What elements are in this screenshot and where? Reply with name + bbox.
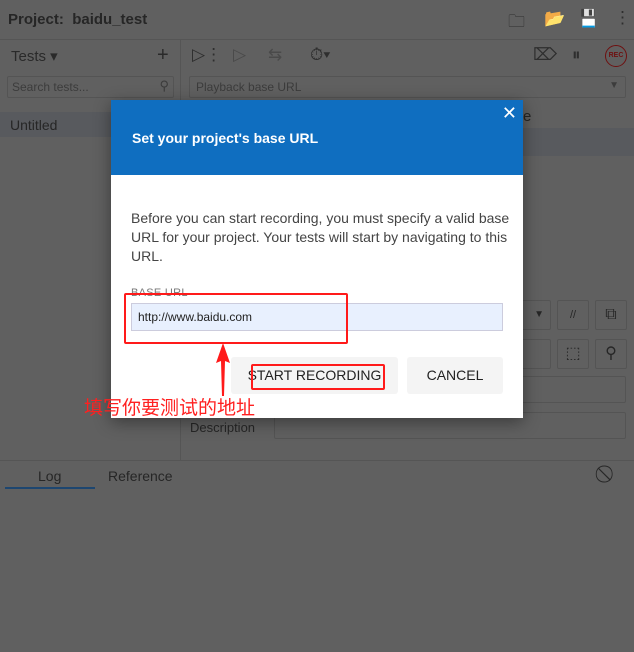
comment-button[interactable]: // bbox=[557, 300, 589, 330]
save-project-icon[interactable]: 💾 bbox=[578, 9, 599, 29]
bottom-panel: Log Reference ⃠ bbox=[0, 460, 634, 652]
tab-log[interactable]: Log bbox=[38, 468, 61, 484]
cancel-button[interactable]: CANCEL bbox=[407, 357, 503, 394]
chevron-down-icon: ▼ bbox=[609, 80, 619, 91]
search-icon: ⚲ bbox=[159, 78, 169, 93]
dialog-title: Set your project's base URL bbox=[132, 130, 319, 146]
tab-reference[interactable]: Reference bbox=[108, 468, 173, 484]
more-options-icon[interactable]: ⋮ bbox=[614, 8, 631, 28]
project-name[interactable]: baidu_test bbox=[72, 11, 147, 28]
step-over-icon[interactable]: ⇆ bbox=[268, 45, 282, 65]
add-test-icon[interactable]: + bbox=[157, 44, 169, 67]
dialog-description: Before you can start recording, you must… bbox=[131, 210, 510, 264]
project-label: Project: bbox=[8, 11, 64, 28]
annotation-box-start bbox=[251, 364, 385, 390]
new-project-icon[interactable]: 🗀 bbox=[508, 9, 525, 38]
disable-breakpoints-icon[interactable]: ⌦ bbox=[533, 45, 557, 65]
tests-dropdown[interactable]: Tests ▾ bbox=[11, 47, 58, 65]
run-all-tests-icon[interactable]: ▷⋮ bbox=[192, 45, 222, 65]
active-tab-indicator bbox=[5, 487, 95, 489]
close-icon[interactable]: ✕ bbox=[502, 103, 517, 124]
chevron-down-icon: ▼ bbox=[534, 309, 544, 320]
open-reference-icon[interactable]: ⧉ bbox=[595, 300, 627, 330]
annotation-note: 填写你要测试的地址 bbox=[84, 398, 256, 419]
pause-icon[interactable]: ⏸ bbox=[572, 45, 581, 65]
project-title: Project: baidu_test bbox=[8, 11, 147, 28]
run-test-icon[interactable]: ▷ bbox=[233, 45, 246, 65]
speed-timer-icon[interactable]: ⏱▾ bbox=[310, 45, 330, 65]
record-button[interactable]: REC bbox=[605, 45, 627, 67]
app-header: Project: baidu_test 🗀 📂 💾 ⋮ bbox=[0, 0, 634, 40]
open-project-icon[interactable]: 📂 bbox=[544, 9, 565, 29]
table-header: e bbox=[523, 108, 532, 125]
playback-base-url-select[interactable]: Playback base URL ▼ bbox=[189, 76, 626, 98]
find-target-icon[interactable]: ⚲ bbox=[595, 339, 627, 369]
annotation-box-url bbox=[124, 293, 348, 344]
description-label: Description bbox=[190, 420, 256, 435]
dialog-header: Set your project's base URL ✕ bbox=[111, 100, 523, 175]
select-target-icon[interactable]: ⬚ bbox=[557, 339, 589, 369]
annotation-arrow bbox=[216, 343, 230, 396]
search-tests-input[interactable]: Search tests... ⚲ bbox=[7, 76, 174, 98]
